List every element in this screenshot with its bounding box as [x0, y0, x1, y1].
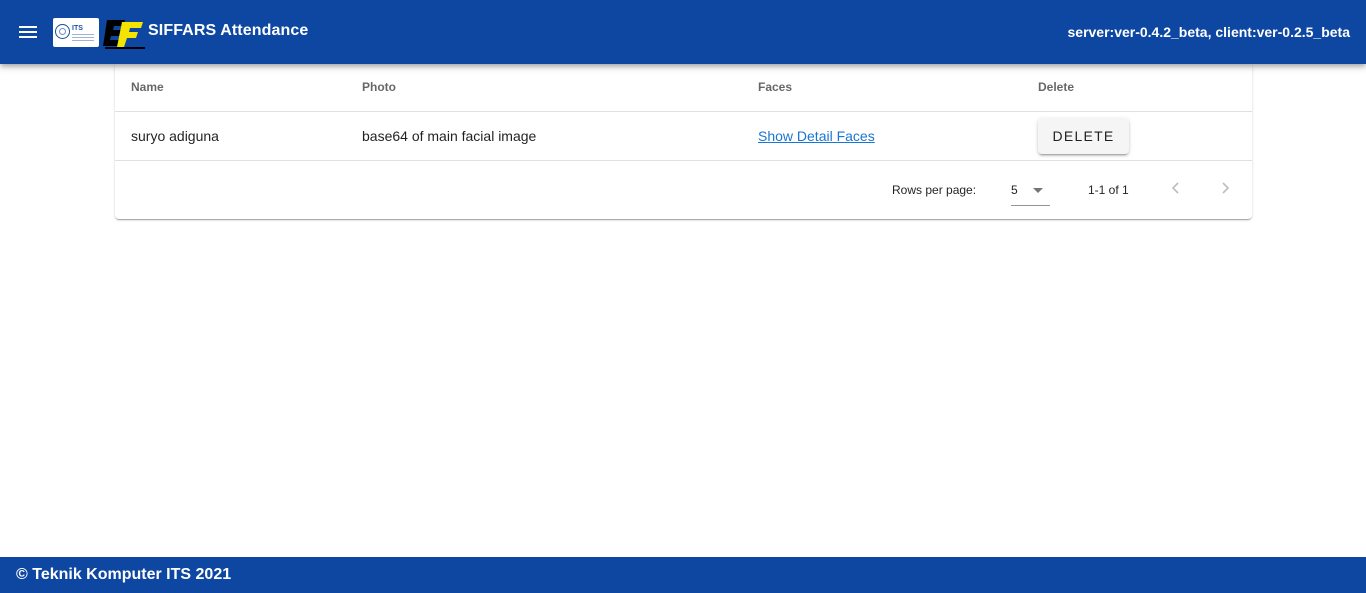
header-delete[interactable]: Delete — [1022, 64, 1252, 112]
app-bar: ITS SIFFARS Attendance server:ver-0.4.2_… — [0, 0, 1366, 64]
menu-icon — [19, 26, 37, 38]
show-detail-faces-link[interactable]: Show Detail Faces — [758, 128, 875, 144]
app-title: SIFFARS Attendance — [148, 22, 309, 39]
next-page-button[interactable] — [1211, 174, 1239, 202]
rows-per-page-select[interactable]: 5 — [1011, 175, 1050, 206]
header-faces[interactable]: Faces — [742, 64, 1022, 112]
cell-photo: base64 of main facial image — [346, 111, 742, 161]
table-pagination: Rows per page: 5 1-1 of 1 — [115, 160, 1252, 218]
version-text: server:ver-0.4.2_beta, client:ver-0.2.5_… — [1067, 24, 1351, 40]
its-logo: ITS — [53, 18, 99, 47]
menu-button[interactable] — [12, 16, 44, 48]
delete-button[interactable]: DELETE — [1038, 117, 1129, 154]
cell-name: suryo adiguna — [115, 111, 346, 161]
header-photo[interactable]: Photo — [346, 64, 742, 112]
table-header-row: Name Photo Faces Delete — [115, 64, 1252, 112]
dropdown-caret-icon — [1033, 188, 1043, 193]
page-range: 1-1 of 1 — [1088, 183, 1129, 197]
previous-page-button[interactable] — [1162, 174, 1190, 202]
its-logo-text: ITS — [72, 25, 83, 32]
chevron-right-icon — [1222, 182, 1230, 194]
users-table-card: Name Photo Faces Delete suryo adiguna ba… — [115, 64, 1252, 219]
cell-faces: Show Detail Faces — [742, 111, 1022, 161]
rows-per-page-label: Rows per page: — [892, 183, 977, 197]
footer-copyright: © Teknik Komputer ITS 2021 — [16, 566, 232, 583]
users-table: Name Photo Faces Delete suryo adiguna ba… — [115, 64, 1252, 161]
chevron-left-icon — [1171, 182, 1179, 194]
page-footer: © Teknik Komputer ITS 2021 — [0, 557, 1366, 593]
rows-per-page-value: 5 — [1011, 183, 1018, 197]
cell-delete: DELETE — [1022, 111, 1252, 161]
table-row: suryo adiguna base64 of main facial imag… — [115, 111, 1252, 161]
siffars-logo — [103, 17, 147, 50]
header-name[interactable]: Name — [115, 64, 346, 112]
